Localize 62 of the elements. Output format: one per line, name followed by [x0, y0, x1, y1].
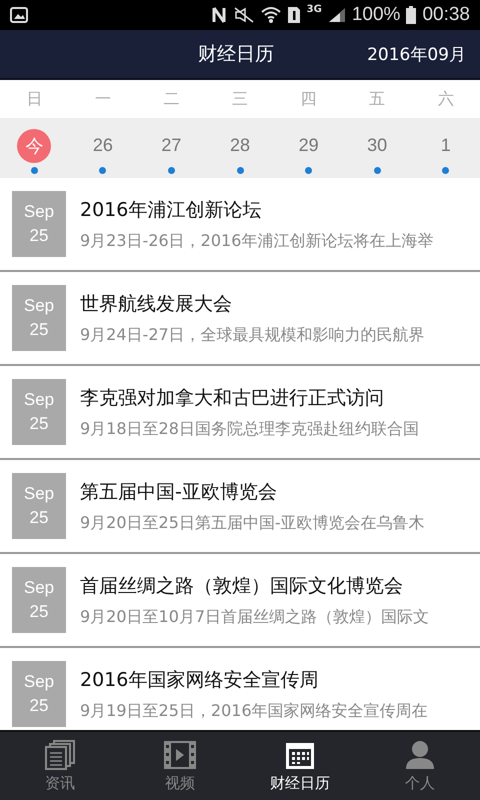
event-title: 2016年国家网络安全宣传周 — [80, 668, 320, 692]
nav-tab[interactable]: 个人 — [360, 732, 480, 800]
event-item[interactable]: Sep 25 2016年浦江创新论坛 9月23日-26日，2016年浦江创新论坛将在上海举 — [0, 178, 480, 272]
battery-icon — [406, 6, 416, 24]
event-summary: 9月23日-26日，2016年浦江创新论坛将在上海举 — [80, 230, 434, 252]
event-summary: 9月24日-27日，全球最具规模和影响力的民航界 — [80, 324, 425, 346]
picture-icon — [10, 7, 28, 23]
date-item[interactable]: 30 — [360, 128, 394, 162]
person-icon — [405, 740, 435, 770]
badge-month: Sep — [24, 484, 54, 504]
weekday-label: 三 — [231, 88, 250, 110]
signal-icon — [328, 7, 346, 23]
event-title: 世界航线发展大会 — [80, 292, 233, 316]
clock: 00:38 — [422, 4, 470, 26]
badge-month: Sep — [24, 672, 54, 692]
nav-tab[interactable]: 视频 — [120, 732, 240, 800]
date-item[interactable]: 26 — [86, 128, 120, 162]
badge-day: 25 — [30, 696, 48, 716]
event-title: 李克强对加拿大和古巴进行正式访问 — [80, 386, 385, 410]
date-item[interactable]: 27 — [154, 128, 188, 162]
weekday-label: 一 — [94, 88, 112, 110]
event-summary: 9月20日至25日第五届中国-亚欧博览会在乌鲁木 — [80, 512, 425, 534]
event-item[interactable]: Sep 25 世界航线发展大会 9月24日-27日，全球最具规模和影响力的民航界 — [0, 272, 480, 366]
date-item[interactable]: 今 — [17, 128, 52, 162]
date-item[interactable]: 29 — [292, 128, 326, 162]
weekday-label: 四 — [300, 88, 318, 110]
sim-icon — [286, 6, 301, 24]
event-summary: 9月20日至10月7日首届丝绸之路（敦煌）国际文 — [80, 606, 430, 628]
weekday-label: 日 — [25, 88, 44, 110]
badge-month: Sep — [24, 390, 54, 410]
documents-icon — [44, 740, 76, 770]
date-item[interactable]: 28 — [223, 128, 258, 162]
event-item[interactable]: Sep 25 首届丝绸之路（敦煌）国际文化博览会 9月20日至10月7日首届丝绸之路（敦煌）国际文 — [0, 554, 480, 648]
month-label[interactable]: 2016年09月 — [367, 42, 466, 66]
badge-month: Sep — [24, 296, 54, 316]
page-title: 财经日历 — [198, 42, 275, 67]
weekday-label: 五 — [368, 88, 386, 110]
film-icon — [163, 740, 197, 770]
badge-day: 25 — [30, 414, 48, 434]
mute-icon — [232, 7, 255, 23]
badge-day: 25 — [30, 226, 48, 246]
badge-day: 25 — [30, 320, 48, 340]
event-item[interactable]: Sep 25 第五届中国-亚欧博览会 9月20日至25日第五届中国-亚欧博览会在乌鲁木 — [0, 460, 480, 554]
badge-month: Sep — [24, 578, 54, 598]
event-title: 第五届中国-亚欧博览会 — [80, 480, 278, 504]
nav-tab[interactable]: 财经日历 — [240, 732, 360, 800]
battery-level: 100% — [352, 4, 400, 26]
event-title: 首届丝绸之路（敦煌）国际文化博览会 — [80, 574, 404, 598]
wifi-icon — [260, 6, 281, 24]
badge-day: 25 — [30, 602, 48, 622]
weekday-label: 二 — [162, 88, 180, 110]
date-item[interactable]: 1 — [428, 128, 463, 162]
badge-month: Sep — [24, 202, 54, 222]
badge-day: 25 — [30, 508, 48, 528]
event-title: 2016年浦江创新论坛 — [80, 198, 262, 222]
event-item[interactable]: Sep 25 李克强对加拿大和古巴进行正式访问 9月18日至28日国务院总理李克强赴纽约联合国 — [0, 366, 480, 460]
network-type: 3G — [306, 4, 322, 15]
weekday-label: 六 — [436, 88, 455, 110]
nfc-icon — [210, 6, 227, 24]
event-summary: 9月18日至28日国务院总理李克强赴纽约联合国 — [80, 418, 419, 440]
event-summary: 9月19日至25日，2016年国家网络安全宣传周在 — [80, 700, 428, 722]
nav-tab[interactable]: 资讯 — [0, 732, 120, 800]
